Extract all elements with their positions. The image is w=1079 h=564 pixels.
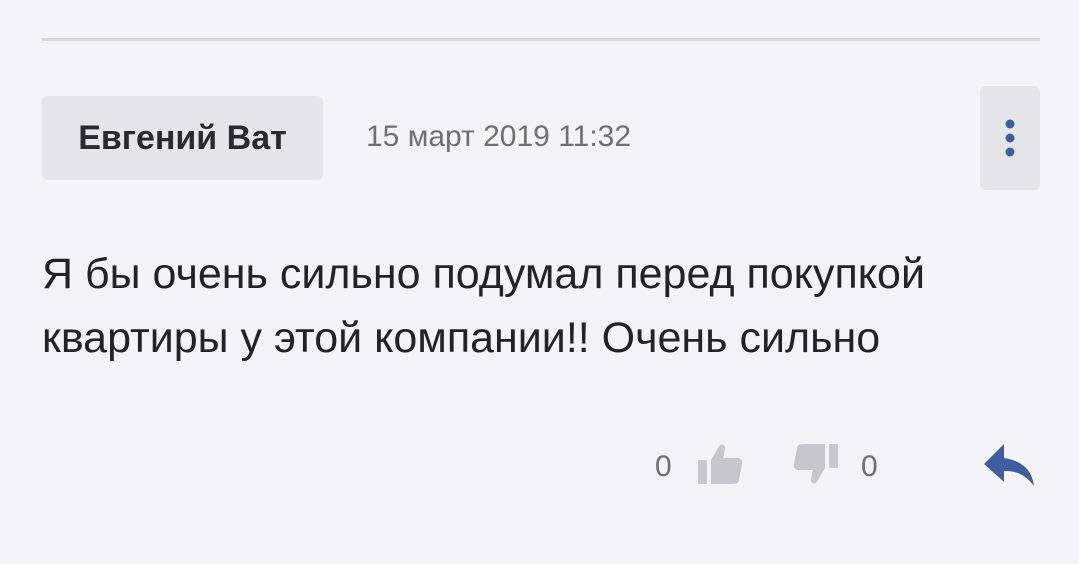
thumbs-up-icon <box>698 444 743 484</box>
like-count: 0 <box>655 450 672 483</box>
more-vertical-icon <box>1005 119 1015 157</box>
like-button[interactable] <box>693 440 747 488</box>
author-name: Евгений Ват <box>78 118 287 157</box>
comment-menu-button[interactable] <box>980 86 1040 190</box>
reply-icon <box>984 444 1034 486</box>
dislike-count: 0 <box>861 450 878 483</box>
comment-text: Я бы очень сильно подумал перед покупкой… <box>42 250 925 362</box>
top-divider <box>42 38 1040 41</box>
author-chip[interactable]: Евгений Ват <box>42 96 323 180</box>
comment-timestamp: 15 март 2019 11:32 <box>366 120 632 153</box>
thumbs-down-icon <box>793 444 838 484</box>
dislike-button[interactable] <box>789 440 843 488</box>
reply-button[interactable] <box>980 440 1038 490</box>
